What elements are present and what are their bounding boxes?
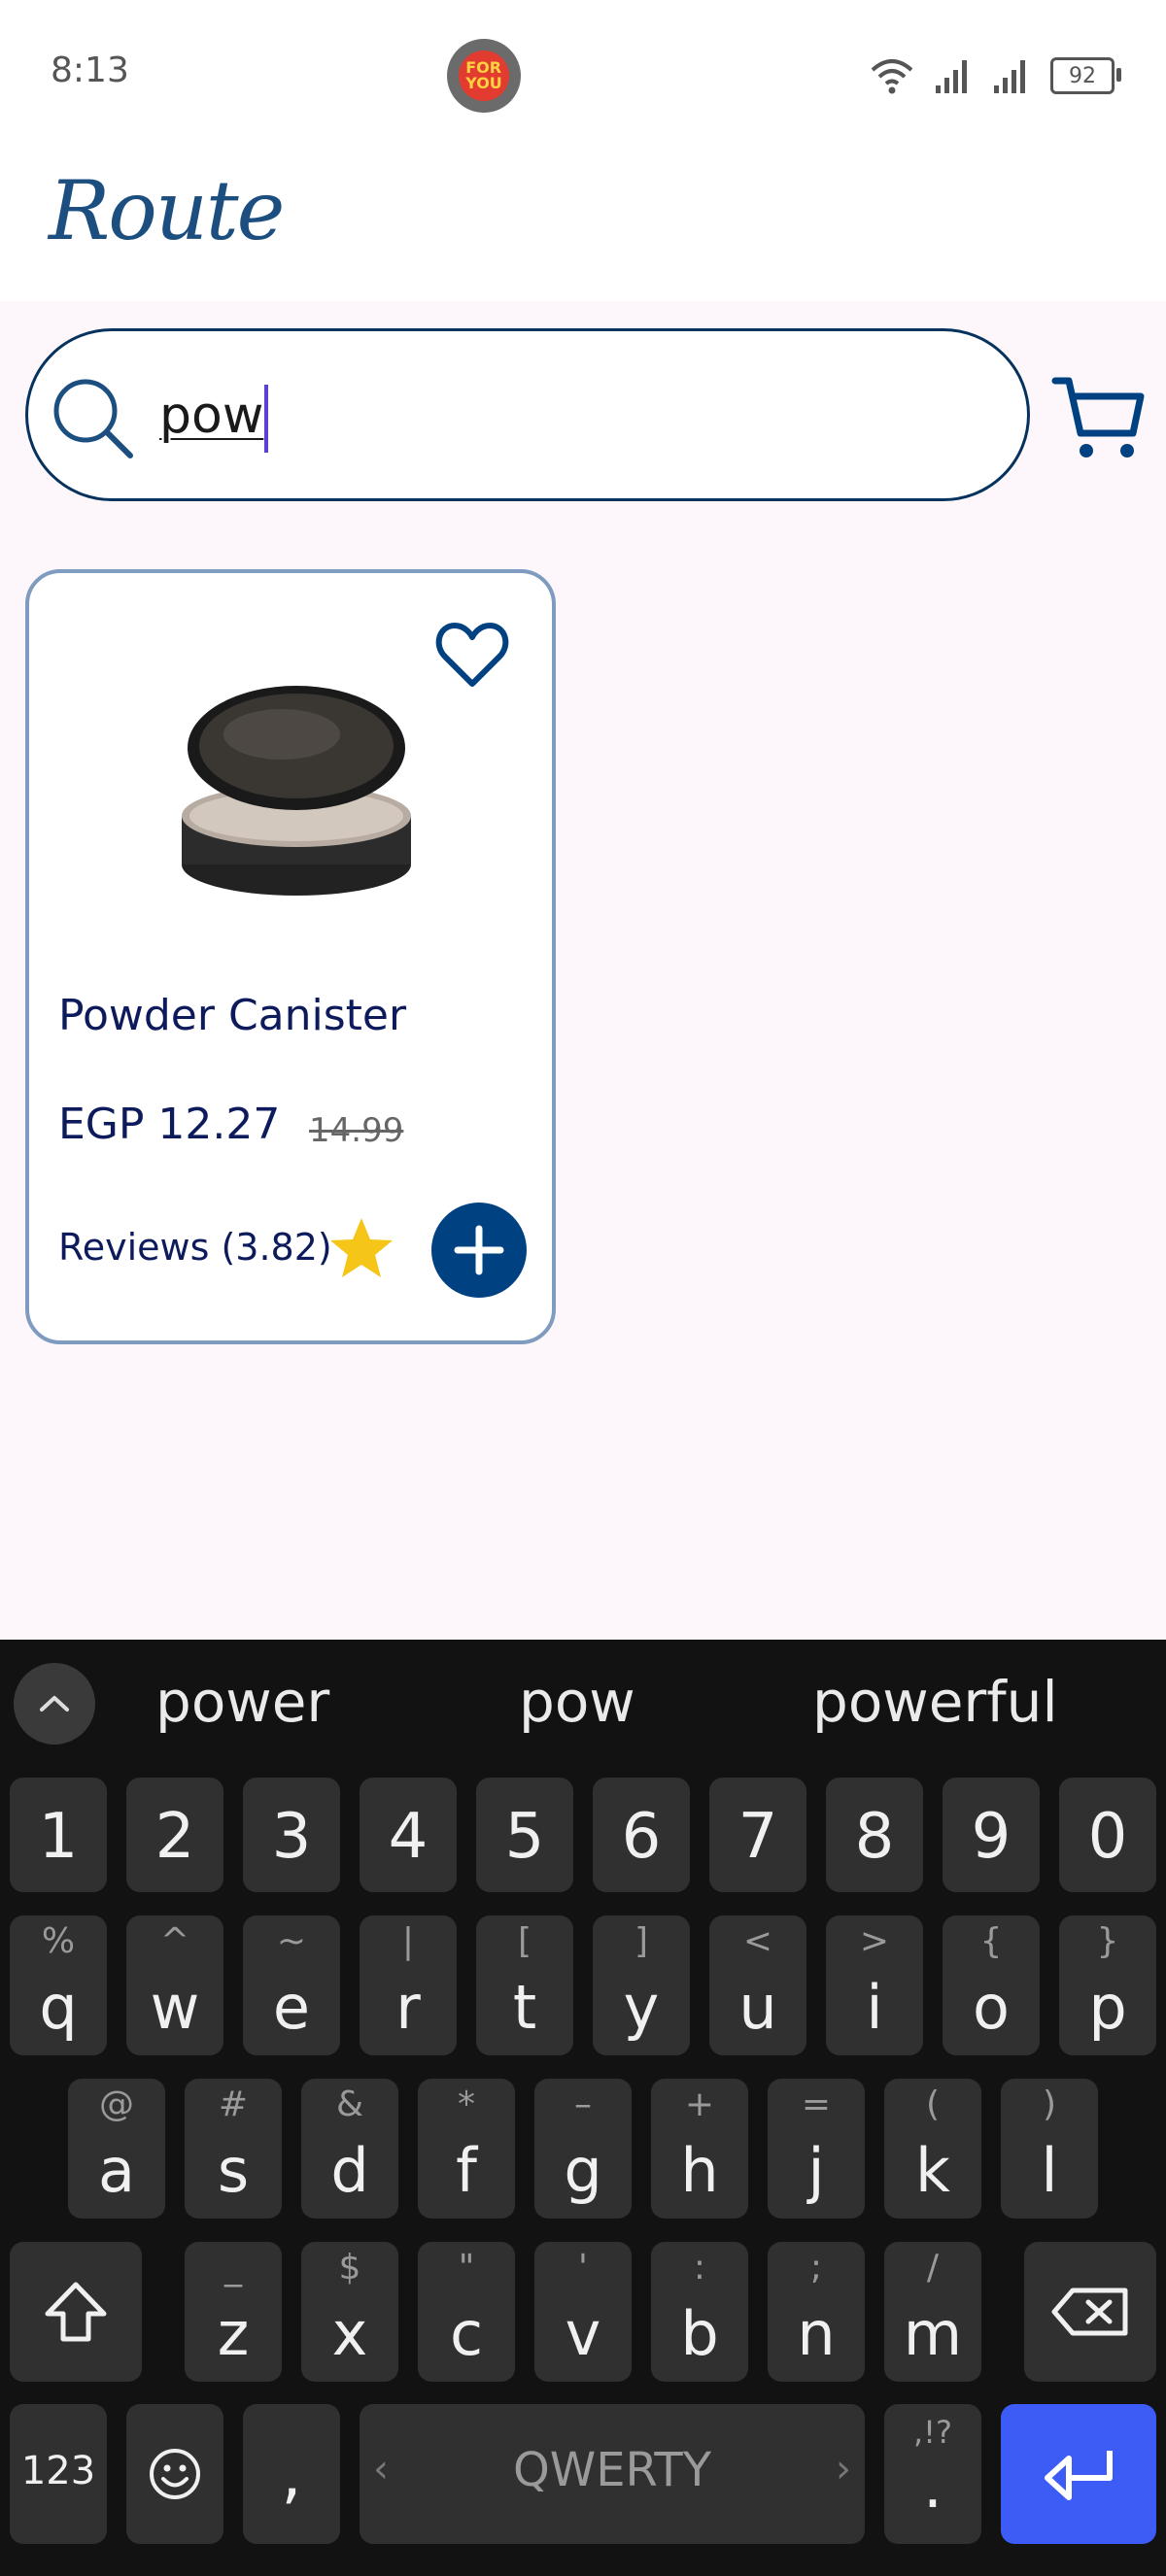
key-e[interactable]: ~ e bbox=[243, 1915, 340, 2055]
suggestion-1[interactable]: power bbox=[155, 1669, 329, 1735]
key-2[interactable]: 2 bbox=[126, 1778, 223, 1892]
product-old-price: 14.99 bbox=[309, 1111, 404, 1150]
numbers-mode-key[interactable]: 123 bbox=[10, 2404, 107, 2544]
key-d[interactable]: & d bbox=[301, 2079, 398, 2219]
key-u[interactable]: < u bbox=[709, 1915, 806, 2055]
signal-icon-2 bbox=[994, 60, 1025, 93]
suggestion-2[interactable]: pow bbox=[519, 1669, 635, 1735]
key-q[interactable]: % q bbox=[10, 1915, 107, 2055]
search-icon[interactable] bbox=[49, 374, 136, 461]
key-5[interactable]: 5 bbox=[476, 1778, 573, 1892]
key-x[interactable]: $ x bbox=[301, 2242, 398, 2382]
key-z[interactable]: _ z bbox=[185, 2242, 282, 2382]
key-v[interactable]: ' v bbox=[534, 2242, 632, 2382]
emoji-key[interactable] bbox=[126, 2404, 223, 2544]
key-0[interactable]: 0 bbox=[1059, 1778, 1156, 1892]
key-w[interactable]: ^ w bbox=[126, 1915, 223, 2055]
backspace-key[interactable] bbox=[1024, 2242, 1156, 2382]
language-next-icon: › bbox=[836, 2447, 851, 2491]
wifi-icon bbox=[871, 59, 913, 94]
product-name: Powder Canister bbox=[58, 991, 407, 1040]
app-logo: Route bbox=[49, 163, 285, 258]
key-g[interactable]: – g bbox=[534, 2079, 632, 2219]
key-m[interactable]: / m bbox=[884, 2242, 981, 2382]
cart-icon[interactable] bbox=[1049, 369, 1147, 466]
key-7[interactable]: 7 bbox=[709, 1778, 806, 1892]
key-a[interactable]: @ a bbox=[68, 2079, 165, 2219]
star-icon bbox=[330, 1218, 393, 1277]
keyboard-collapse-button[interactable] bbox=[14, 1663, 95, 1745]
suggestion-3[interactable]: powerful bbox=[812, 1669, 1058, 1735]
key-6[interactable]: 6 bbox=[593, 1778, 690, 1892]
key-o[interactable]: {o bbox=[943, 1915, 1040, 2055]
comma-key[interactable]: , bbox=[243, 2404, 340, 2544]
key-3[interactable]: 3 bbox=[243, 1778, 340, 1892]
text-caret bbox=[264, 385, 268, 453]
favorite-heart-icon[interactable] bbox=[435, 620, 509, 690]
key-9[interactable]: 9 bbox=[943, 1778, 1040, 1892]
key-s[interactable]: # s bbox=[185, 2079, 282, 2219]
key-n[interactable]: ; n bbox=[768, 2242, 865, 2382]
emoji-icon bbox=[150, 2449, 200, 2499]
key-k[interactable]: (k bbox=[884, 2079, 981, 2219]
chevron-up-icon bbox=[40, 1696, 69, 1712]
key-f[interactable]: * f bbox=[418, 2079, 515, 2219]
key-l[interactable]: ) l bbox=[1001, 2079, 1098, 2219]
signal-icon bbox=[936, 60, 967, 93]
add-to-cart-button[interactable] bbox=[431, 1203, 527, 1298]
product-image[interactable] bbox=[165, 670, 428, 913]
enter-icon bbox=[1045, 2451, 1113, 2500]
key-c[interactable]: " c bbox=[418, 2242, 515, 2382]
key-i[interactable]: > i bbox=[826, 1915, 923, 2055]
product-price: EGP 12.27 bbox=[58, 1100, 281, 1149]
key-p[interactable]: } p bbox=[1059, 1915, 1156, 2055]
system-icons: 92 bbox=[870, 54, 1121, 97]
key-j[interactable]: = j bbox=[768, 2079, 865, 2219]
key-t[interactable]: [t bbox=[476, 1915, 573, 2055]
status-time: 8:13 bbox=[51, 51, 129, 90]
product-reviews: Reviews (3.82) bbox=[58, 1226, 332, 1269]
key-1[interactable]: 1 bbox=[10, 1778, 107, 1892]
key-4[interactable]: 4 bbox=[360, 1778, 457, 1892]
plus-icon bbox=[454, 1225, 504, 1275]
key-b[interactable]: :b bbox=[651, 2242, 748, 2382]
app-notification-icon: FOR YOU bbox=[447, 39, 521, 113]
battery-icon: 92 bbox=[1050, 57, 1121, 94]
shift-key[interactable] bbox=[10, 2242, 142, 2382]
key-8[interactable]: 8 bbox=[826, 1778, 923, 1892]
enter-key[interactable] bbox=[1001, 2404, 1156, 2544]
shift-icon bbox=[45, 2282, 107, 2342]
key-r[interactable]: | r bbox=[360, 1915, 457, 2055]
space-key[interactable]: ‹ QWERTY › bbox=[360, 2404, 865, 2544]
search-query[interactable]: pow bbox=[159, 387, 263, 445]
key-y[interactable]: ] y bbox=[593, 1915, 690, 2055]
key-h[interactable]: + h bbox=[651, 2079, 748, 2219]
backspace-icon bbox=[1051, 2288, 1128, 2336]
period-key[interactable]: ,!?. bbox=[884, 2404, 981, 2544]
